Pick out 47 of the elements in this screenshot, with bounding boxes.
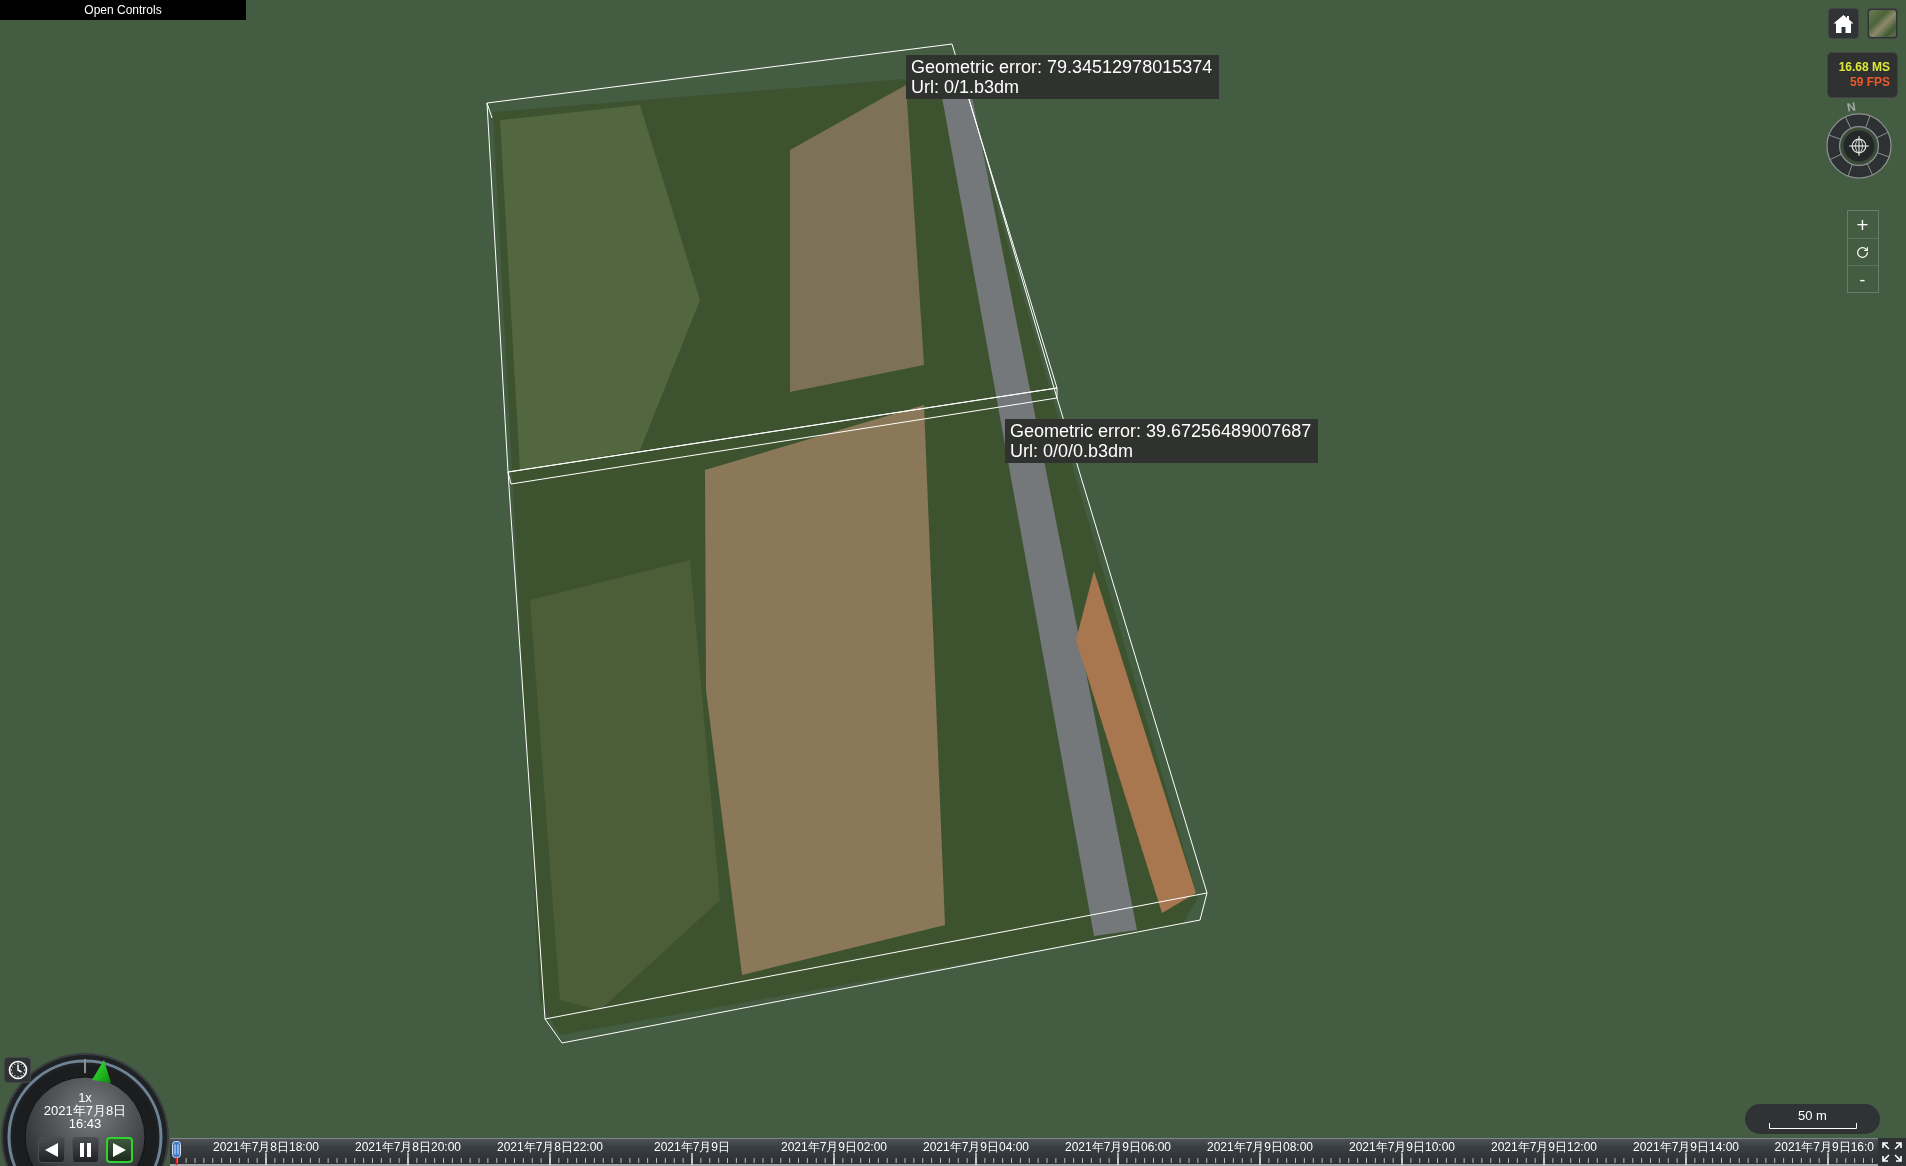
- tile-url-text: Url: 0/0/0.b3dm: [1010, 441, 1135, 461]
- fullscreen-button[interactable]: [1878, 1138, 1906, 1166]
- scale-label: 50 m: [1798, 1109, 1827, 1123]
- time-label: 2021年7月8日18:00: [212, 1141, 320, 1154]
- time-label: 2021年7月9日12:00: [1490, 1141, 1598, 1154]
- time-label: 2021年7月9日10:00: [1348, 1141, 1456, 1154]
- open-controls-button[interactable]: Open Controls: [0, 0, 246, 20]
- scale-line-icon: [1768, 1123, 1857, 1129]
- tile-url-text: Url: 0/1.b3dm: [911, 77, 1021, 97]
- base-layer-button[interactable]: [1866, 8, 1898, 39]
- shuttle-pointer-icon[interactable]: [92, 1060, 111, 1083]
- time-label: 2021年7月9日06:00: [1064, 1141, 1172, 1154]
- time-label: 2021年7月9日04:00: [922, 1141, 1030, 1154]
- compass-ring[interactable]: [1826, 113, 1892, 179]
- reverse-button[interactable]: [38, 1137, 65, 1163]
- zoom-in-button[interactable]: +: [1847, 211, 1878, 238]
- clock-icon: [7, 1060, 28, 1080]
- time-label: 2021年7月9日02:00: [780, 1141, 888, 1154]
- home-icon: [1832, 13, 1854, 34]
- play-button[interactable]: [106, 1137, 133, 1163]
- time-label: 2021年7月8日22:00: [496, 1141, 604, 1154]
- clock-button[interactable]: [4, 1057, 31, 1083]
- time-label: 2021年7月9日16:0: [1774, 1141, 1874, 1154]
- time-text: 16:43: [68, 1117, 102, 1130]
- frame-rate-text: 59 FPS: [1849, 76, 1890, 89]
- map-thumbnail-placeholder: [1868, 10, 1896, 37]
- home-button[interactable]: [1827, 8, 1859, 39]
- north-label: N: [1845, 100, 1857, 114]
- reverse-icon: [45, 1143, 58, 1157]
- play-icon: [113, 1143, 126, 1157]
- date-text: 2021年7月8日: [43, 1104, 127, 1117]
- frame-time-text: 16.68 MS: [1838, 61, 1890, 74]
- speed-text: 1x: [78, 1091, 92, 1104]
- pause-icon: [80, 1143, 91, 1157]
- timeline[interactable]: 2021年7月8日18:00 2021年7月8日20:00 2021年7月8日22:00 2021年7月9日 2021年7月9日02:00 2021年7月9日04:00 2021年7月9日06:00 2021年7月9日08:00 2021年7月9日10:00 2021年7月9日12:00 2021年7月9日14:00 2021年7月9日16:0: [170, 1138, 1878, 1166]
- time-label: 2021年7月8日20:00: [354, 1141, 462, 1154]
- time-marker-icon[interactable]: [172, 1141, 181, 1165]
- time-label: 2021年7月9日: [654, 1141, 730, 1154]
- time-label: 2021年7月9日14:00: [1632, 1141, 1740, 1154]
- geometric-error-text: Geometric error: 39.67256489007687: [1010, 421, 1312, 441]
- gyro-icon[interactable]: [1843, 130, 1875, 162]
- zoom-out-button[interactable]: -: [1847, 265, 1878, 292]
- time-label: 2021年7月9日08:00: [1206, 1141, 1314, 1154]
- pause-button[interactable]: [72, 1137, 99, 1163]
- fullscreen-icon: [1882, 1142, 1902, 1162]
- refresh-icon: [1856, 245, 1869, 259]
- geometric-error-text: Geometric error: 79.34512978015374: [911, 57, 1213, 77]
